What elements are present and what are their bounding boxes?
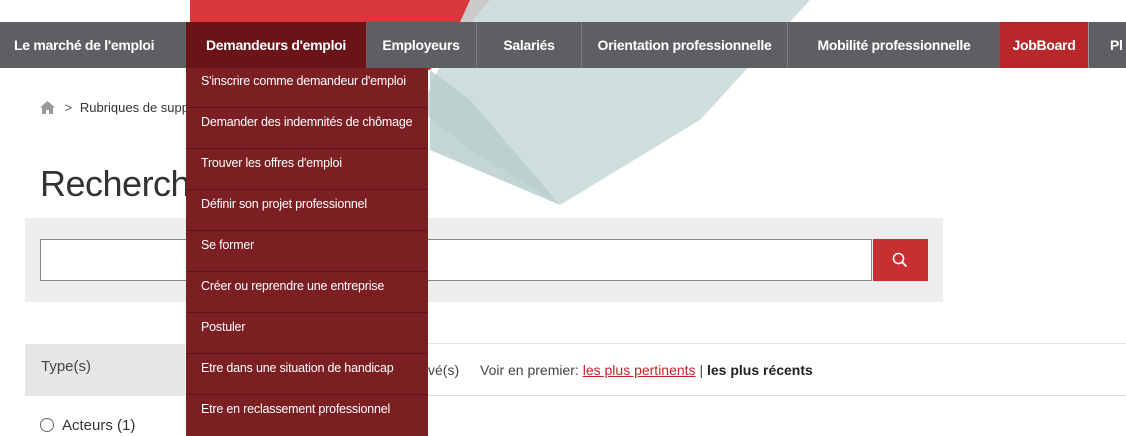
main-nav: Le marché de l'emploi Demandeurs d'emplo… xyxy=(0,22,1126,68)
sort-prefix: Voir en premier: xyxy=(480,362,579,378)
sort-options: Voir en premier: les plus pertinents | l… xyxy=(480,362,813,378)
page-title: Recherche xyxy=(40,163,210,204)
dropdown-item-former[interactable]: Se former xyxy=(186,232,428,272)
filter-option-acteurs[interactable]: Acteurs (1) xyxy=(40,417,135,434)
search-input[interactable] xyxy=(40,239,872,281)
sort-relevant-link[interactable]: les plus pertinents xyxy=(583,362,696,378)
demandeurs-dropdown-menu: S'inscrire comme demandeur d'emploi Dema… xyxy=(186,68,428,436)
nav-item-salaries[interactable]: Salariés xyxy=(477,22,581,68)
filter-type-header[interactable]: Type(s) xyxy=(25,344,185,396)
nav-item-employeurs[interactable]: Employeurs xyxy=(366,22,476,68)
dropdown-item-postuler[interactable]: Postuler xyxy=(186,314,428,354)
sort-separator: | xyxy=(699,362,704,378)
dropdown-item-label: Se former xyxy=(201,238,255,252)
search-icon xyxy=(892,252,908,268)
dropdown-item-inscrire[interactable]: S'inscrire comme demandeur d'emploi xyxy=(186,68,428,108)
nav-item-demandeurs[interactable]: Demandeurs d'emploi xyxy=(186,22,366,68)
dropdown-item-label: Postuler xyxy=(201,320,246,334)
filter-type-label: Type(s) xyxy=(41,358,92,375)
sort-recent-link[interactable]: les plus récents xyxy=(707,362,813,378)
radio-button[interactable] xyxy=(40,418,54,432)
nav-separator xyxy=(1088,22,1089,68)
dropdown-item-offres[interactable]: Trouver les offres d'emploi xyxy=(186,150,428,190)
home-icon[interactable] xyxy=(40,101,55,117)
nav-item-mobilite[interactable]: Mobilité professionnelle xyxy=(788,22,1000,68)
divider xyxy=(428,343,1126,344)
dropdown-item-label: Trouver les offres d'emploi xyxy=(201,156,342,170)
dropdown-item-label: S'inscrire comme demandeur d'emploi xyxy=(201,74,406,88)
search-button[interactable] xyxy=(873,239,928,281)
dropdown-item-indemnites[interactable]: Demander des indemnités de chômage xyxy=(186,109,428,149)
dropdown-item-label: Créer ou reprendre une entreprise xyxy=(201,279,385,293)
breadcrumb-separator: > xyxy=(64,100,73,115)
dropdown-item-entreprise[interactable]: Créer ou reprendre une entreprise xyxy=(186,273,428,313)
nav-item-jobboard[interactable]: JobBoard xyxy=(1000,22,1088,68)
nav-item-marche[interactable]: Le marché de l'emploi xyxy=(0,22,186,68)
nav-item-plus[interactable]: Pl xyxy=(1110,22,1126,68)
search-panel xyxy=(25,218,943,302)
divider xyxy=(428,395,1126,396)
dropdown-item-reclassement[interactable]: Etre en reclassement professionnel xyxy=(186,396,428,436)
results-count: vé(s) xyxy=(428,362,460,378)
dropdown-item-projet[interactable]: Définir son projet professionnel xyxy=(186,191,428,231)
filter-option-label: Acteurs (1) xyxy=(62,417,136,434)
dropdown-item-label: Etre dans une situation de handicap xyxy=(201,361,394,375)
breadcrumb: > Rubriques de support xyxy=(40,100,204,117)
dropdown-item-label: Définir son projet professionnel xyxy=(201,197,367,211)
dropdown-item-label: Etre en reclassement professionnel xyxy=(201,402,391,416)
nav-item-orientation[interactable]: Orientation professionnelle xyxy=(582,22,787,68)
dropdown-item-handicap[interactable]: Etre dans une situation de handicap xyxy=(186,355,428,395)
dropdown-item-label: Demander des indemnités de chômage xyxy=(201,115,413,129)
